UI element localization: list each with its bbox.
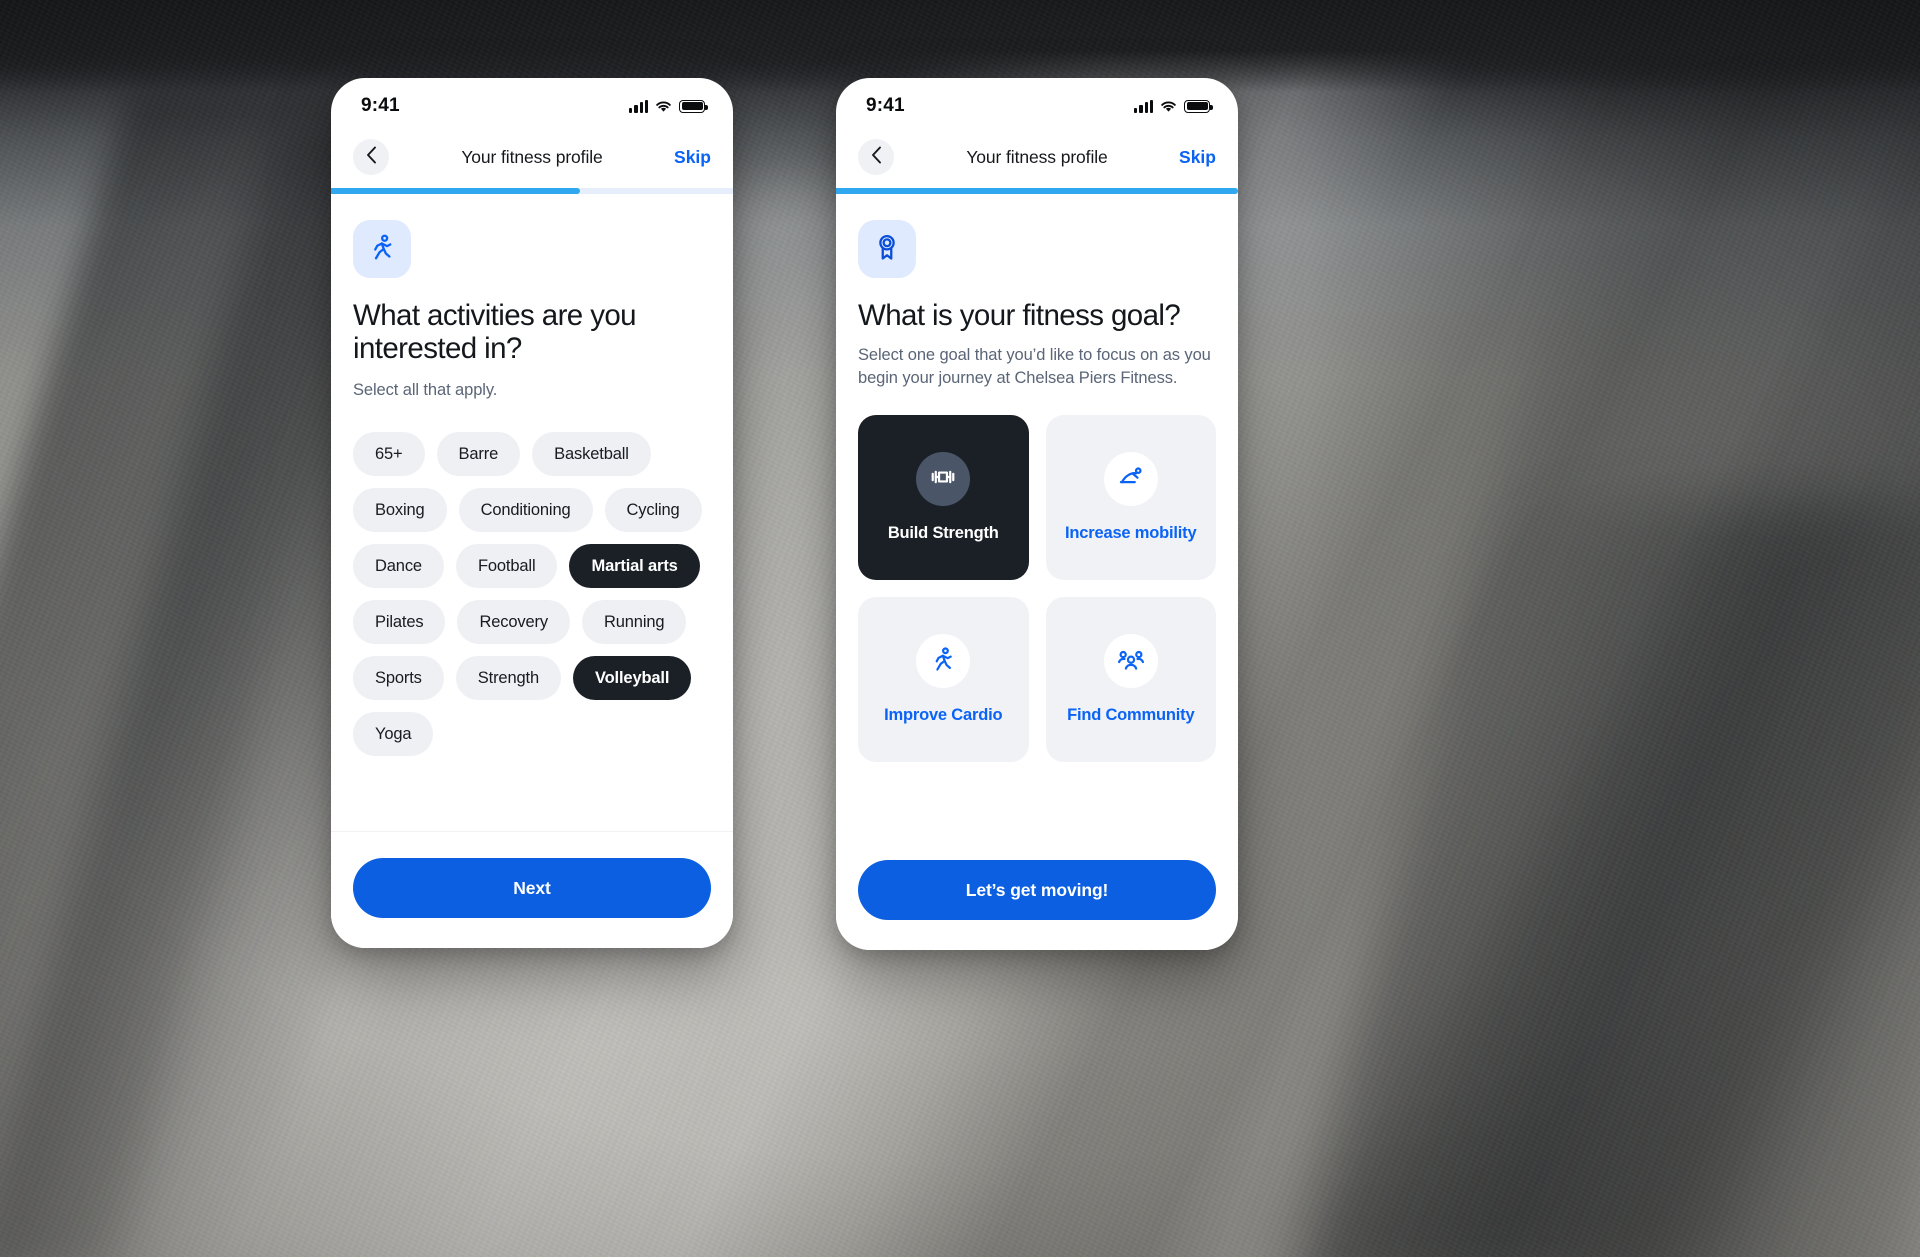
goal-card[interactable]: Improve Cardio [858,597,1029,763]
cellular-signal-icon [629,99,648,113]
goal-icon-circle [1103,634,1158,689]
chevron-left-icon [366,146,377,169]
running-person-icon [367,232,397,267]
activity-chip[interactable]: Running [581,600,687,645]
running-person-icon [929,645,957,678]
activity-chip[interactable]: Volleyball [572,656,692,701]
page-title: Your fitness profile [966,146,1108,167]
phone-screen-activities: 9:41 Your fitness profile Skip What acti… [331,78,733,948]
question-heading: What activities are you interested in? [353,299,637,365]
activity-chip[interactable]: Barre [436,432,521,477]
question-subtitle: Select all that apply. [353,381,498,400]
activity-chip[interactable]: Strength [455,656,561,701]
activity-chip[interactable]: Martial arts [569,544,700,589]
navigation-bar: Your fitness profile Skip [836,126,1238,188]
navigation-bar: Your fitness profile Skip [331,126,733,188]
cellular-signal-icon [1134,99,1153,113]
goal-card[interactable]: Build Strength [858,415,1029,581]
goal-icon-circle [916,634,971,689]
lets-get-moving-button[interactable]: Let’s get moving! [858,860,1216,920]
phone-screen-goal: 9:41 Your fitness profile Skip What is y… [836,78,1238,950]
status-icons [629,99,708,113]
activity-chip[interactable]: Conditioning [458,488,593,533]
status-time: 9:41 [866,95,905,116]
screen-content-activities: What activities are you interested in? S… [331,194,733,831]
goal-card-label: Improve Cardio [884,706,1003,725]
people-group-icon [1117,645,1145,678]
activity-chip[interactable]: Cycling [604,488,702,533]
next-button[interactable]: Next [353,858,711,918]
activity-chip[interactable]: Basketball [532,432,651,477]
chevron-left-icon [871,146,882,169]
activity-chip[interactable]: Boxing [353,488,447,533]
stretching-icon [1117,463,1145,496]
status-bar: 9:41 [836,78,1238,126]
goal-card-grid: Build Strength Increase mobility Improve C… [858,415,1216,763]
award-ribbon-icon [872,232,902,267]
activity-chip[interactable]: 65+ [353,432,425,477]
status-bar: 9:41 [331,78,733,126]
footer-goal: Let’s get moving! [836,833,1238,950]
award-ribbon-icon-tile [858,220,916,278]
page-title: Your fitness profile [461,146,603,167]
goal-card[interactable]: Find Community [1045,597,1216,763]
activity-chip-group: 65+ Barre Basketball Boxing Conditioning Cycl… [353,432,711,757]
back-button[interactable] [353,139,389,175]
activity-chip[interactable]: Recovery [457,600,570,645]
activity-chip[interactable]: Sports [353,656,444,701]
activity-chip[interactable]: Dance [353,544,444,589]
activity-chip[interactable]: Yoga [353,712,434,757]
status-icons [1134,99,1213,113]
wifi-icon [655,100,672,113]
goal-icon-circle [1103,452,1158,507]
activity-chip[interactable]: Football [455,544,558,589]
goal-card-label: Build Strength [887,524,999,543]
goal-card-label: Find Community [1067,706,1195,725]
dumbbell-icon [929,463,957,496]
screen-content-goal: What is your fitness goal? Select one go… [836,194,1238,833]
skip-button[interactable]: Skip [674,147,711,168]
footer-activities: Next [331,831,733,948]
question-subtitle: Select one goal that you’d like to focus… [858,345,1211,387]
skip-button[interactable]: Skip [1179,147,1216,168]
back-button[interactable] [858,139,894,175]
goal-card-label: Increase mobility [1065,524,1197,543]
question-heading: What is your fitness goal? [858,299,1181,332]
goal-icon-circle [916,452,971,507]
battery-icon [679,99,708,113]
battery-icon [1184,99,1213,113]
activity-chip[interactable]: Pilates [353,600,446,645]
wifi-icon [1160,100,1177,113]
running-person-icon-tile [353,220,411,278]
status-time: 9:41 [361,95,400,116]
goal-card[interactable]: Increase mobility [1045,415,1216,581]
